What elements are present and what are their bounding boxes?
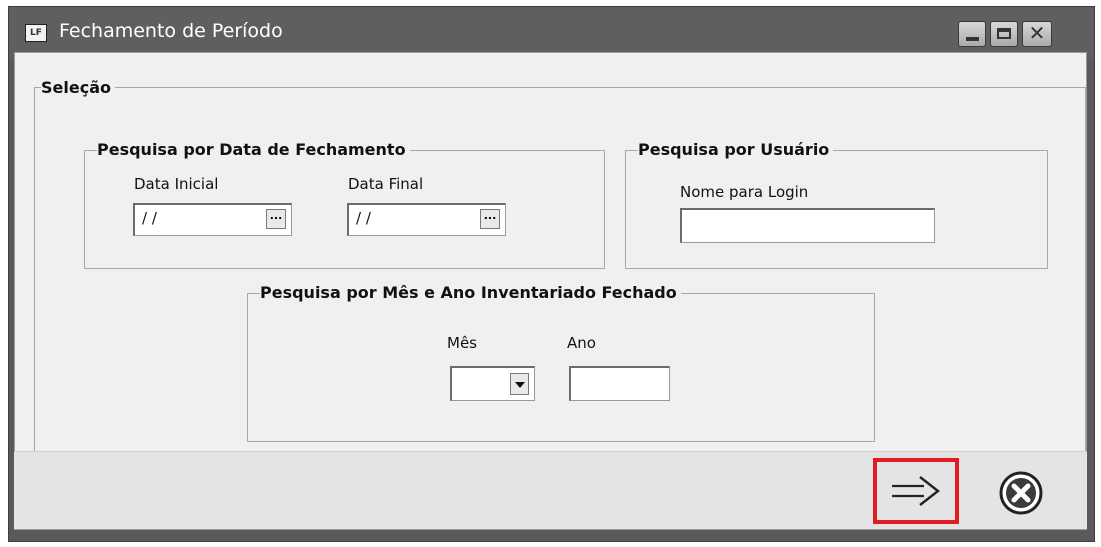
minimize-icon (966, 37, 979, 41)
start-date-label: Data Inicial (134, 175, 219, 193)
ellipsis-icon: ... (483, 209, 497, 222)
month-year-group: Pesquisa por Mês e Ano Inventariado Fech… (247, 283, 875, 442)
end-date-field[interactable]: / / ... (347, 203, 506, 236)
maximize-icon (997, 28, 1011, 39)
close-button[interactable]: ✕ (1022, 21, 1052, 47)
month-dropdown-button[interactable] (510, 373, 529, 395)
month-select[interactable] (450, 366, 535, 401)
end-date-label: Data Final (348, 175, 424, 193)
month-year-legend: Pesquisa por Mês e Ano Inventariado Fech… (260, 283, 681, 303)
date-closing-legend: Pesquisa por Data de Fechamento (97, 140, 410, 160)
month-label: Mês (447, 334, 477, 352)
window-title: Fechamento de Período (59, 20, 283, 42)
end-date-value: / / (356, 209, 371, 227)
ellipsis-icon: ... (269, 209, 283, 222)
selection-legend: Seleção (41, 78, 115, 98)
minimize-button[interactable] (958, 21, 986, 47)
close-icon: ✕ (1028, 21, 1046, 45)
arrow-right-icon (892, 476, 940, 506)
end-date-picker-button[interactable]: ... (480, 209, 500, 229)
next-button[interactable] (873, 458, 959, 524)
start-date-value: / / (142, 209, 157, 227)
user-search-legend: Pesquisa por Usuário (638, 140, 834, 160)
login-name-label: Nome para Login (680, 183, 809, 201)
cancel-button[interactable] (998, 470, 1044, 516)
app-icon: LF (25, 24, 47, 42)
start-date-field[interactable]: / / ... (133, 203, 292, 236)
year-field[interactable] (569, 366, 670, 401)
maximize-button[interactable] (990, 21, 1018, 47)
chevron-down-icon (515, 382, 525, 388)
start-date-picker-button[interactable]: ... (266, 209, 286, 229)
login-name-field[interactable] (680, 208, 935, 243)
cancel-circle-x-icon (999, 471, 1043, 515)
year-label: Ano (567, 334, 596, 352)
